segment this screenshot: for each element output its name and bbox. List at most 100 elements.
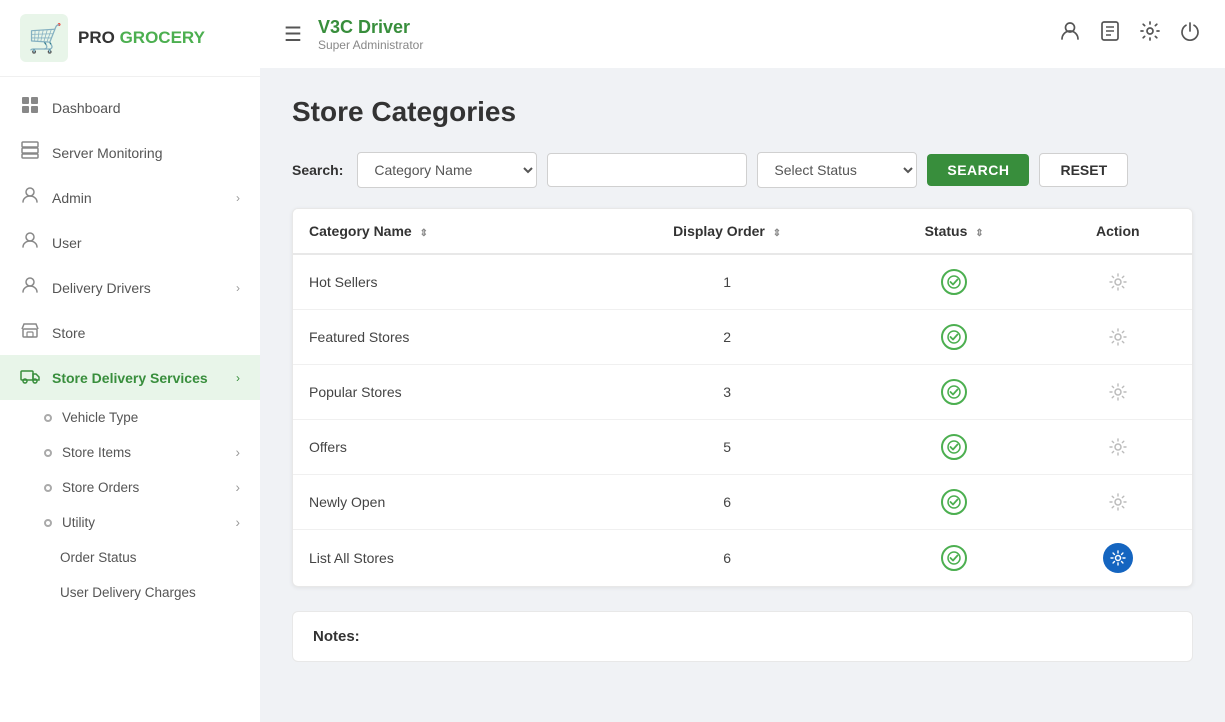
- sidebar-item-label: Server Monitoring: [52, 145, 163, 161]
- status-active-icon: [940, 323, 968, 351]
- topbar-app-name: V3C Driver: [318, 17, 1043, 38]
- cell-display-order: 6: [590, 475, 865, 530]
- arrow-icon: ›: [236, 371, 240, 385]
- cell-action: [1044, 475, 1192, 530]
- action-gear-icon[interactable]: [1104, 488, 1132, 516]
- cell-action: [1044, 420, 1192, 475]
- topbar-sub-title: Super Administrator: [318, 38, 1043, 52]
- col-category-name[interactable]: Category Name ⇕: [293, 209, 590, 254]
- table-row: Popular Stores3: [293, 365, 1192, 420]
- status-active-icon: [940, 268, 968, 296]
- topbar: ☰ V3C Driver Super Administrator: [260, 0, 1225, 68]
- table-row: Offers5: [293, 420, 1192, 475]
- notes-section: Notes:: [292, 611, 1193, 662]
- cell-action: [1044, 365, 1192, 420]
- check-circle-icon: [941, 489, 967, 515]
- category-name-select[interactable]: Category Name: [357, 152, 537, 188]
- status-active-icon: [940, 433, 968, 461]
- store-icon: [20, 321, 40, 344]
- search-button[interactable]: SEARCH: [927, 154, 1029, 186]
- cell-status: [865, 420, 1044, 475]
- sidebar-item-server-monitoring[interactable]: Server Monitoring: [0, 130, 260, 175]
- sidebar-item-label: Delivery Drivers: [52, 280, 151, 296]
- table-row: Hot Sellers1: [293, 254, 1192, 310]
- menu-icon[interactable]: ☰: [284, 22, 302, 47]
- delivery-drivers-icon: [20, 276, 40, 299]
- sidebar-item-dashboard[interactable]: Dashboard: [0, 85, 260, 130]
- search-text-input[interactable]: [547, 153, 747, 187]
- sidebar-item-store-items[interactable]: Store Items ›: [0, 435, 260, 470]
- cell-display-order: 2: [590, 310, 865, 365]
- check-circle-icon: [941, 269, 967, 295]
- sidebar-sub-label: Store Items: [62, 445, 131, 460]
- table-row: Featured Stores2: [293, 310, 1192, 365]
- arrow-icon: ›: [236, 515, 241, 530]
- sidebar-item-admin[interactable]: Admin ›: [0, 175, 260, 220]
- notes-title: Notes:: [313, 628, 360, 645]
- cell-status: [865, 310, 1044, 365]
- power-icon[interactable]: [1179, 20, 1201, 48]
- sidebar-item-store[interactable]: Store: [0, 310, 260, 355]
- status-active-icon: [940, 488, 968, 516]
- sidebar-logo: 🛒 PRO GROCERY: [0, 0, 260, 77]
- sidebar-item-store-delivery-services[interactable]: Store Delivery Services ›: [0, 355, 260, 400]
- sidebar-item-user[interactable]: User: [0, 220, 260, 265]
- cell-category-name: Offers: [293, 420, 590, 475]
- check-circle-icon: [941, 545, 967, 571]
- col-status[interactable]: Status ⇕: [865, 209, 1044, 254]
- dashboard-icon: [20, 96, 40, 119]
- dot-icon: [44, 484, 52, 492]
- cell-category-name: List All Stores: [293, 530, 590, 587]
- action-gear-icon[interactable]: [1104, 433, 1132, 461]
- server-monitoring-icon: [20, 141, 40, 164]
- reset-button[interactable]: RESET: [1039, 153, 1128, 187]
- cell-action: [1044, 310, 1192, 365]
- sidebar-item-delivery-drivers[interactable]: Delivery Drivers ›: [0, 265, 260, 310]
- sidebar-sub-label: Order Status: [60, 550, 137, 565]
- cell-status: [865, 365, 1044, 420]
- arrow-icon: ›: [236, 445, 241, 460]
- store-delivery-icon: [20, 366, 40, 389]
- status-select[interactable]: Select Status Active Inactive: [757, 152, 917, 188]
- sidebar-item-vehicle-type[interactable]: Vehicle Type: [0, 400, 260, 435]
- cell-action: [1044, 530, 1192, 587]
- arrow-icon: ›: [236, 480, 241, 495]
- sidebar-sub-label: Store Orders: [62, 480, 139, 495]
- search-label: Search:: [292, 162, 343, 178]
- notes-icon[interactable]: [1099, 20, 1121, 48]
- sidebar-sub-label: User Delivery Charges: [60, 585, 196, 600]
- col-display-order[interactable]: Display Order ⇕: [590, 209, 865, 254]
- cell-category-name: Hot Sellers: [293, 254, 590, 310]
- action-gear-icon[interactable]: [1104, 268, 1132, 296]
- cell-display-order: 3: [590, 365, 865, 420]
- sidebar-navigation: Dashboard Server Monitoring Admin › User: [0, 77, 260, 722]
- action-gear-icon[interactable]: [1104, 323, 1132, 351]
- user-icon: [20, 231, 40, 254]
- cell-status: [865, 254, 1044, 310]
- table-header: Category Name ⇕ Display Order ⇕ Status ⇕: [293, 209, 1192, 254]
- settings-icon[interactable]: [1139, 20, 1161, 48]
- sidebar-item-label: Store Delivery Services: [52, 370, 208, 386]
- cell-category-name: Popular Stores: [293, 365, 590, 420]
- col-action: Action: [1044, 209, 1192, 254]
- dot-icon: [44, 449, 52, 457]
- check-circle-icon: [941, 379, 967, 405]
- cell-action: [1044, 254, 1192, 310]
- topbar-title-section: V3C Driver Super Administrator: [318, 17, 1043, 52]
- sidebar-sub-label: Utility: [62, 515, 95, 530]
- cell-status: [865, 530, 1044, 587]
- user-profile-icon[interactable]: [1059, 20, 1081, 48]
- action-gear-icon[interactable]: [1104, 378, 1132, 406]
- action-gear-blue-icon[interactable]: [1103, 543, 1133, 573]
- dot-icon: [44, 414, 52, 422]
- sidebar-item-user-delivery-charges[interactable]: User Delivery Charges: [0, 575, 260, 610]
- sort-icon: ⇕: [975, 228, 983, 239]
- content-area: Store Categories Search: Category Name S…: [260, 68, 1225, 722]
- sidebar-item-utility[interactable]: Utility ›: [0, 505, 260, 540]
- table-row: Newly Open6: [293, 475, 1192, 530]
- arrow-icon: ›: [236, 191, 240, 205]
- sidebar-item-order-status[interactable]: Order Status: [0, 540, 260, 575]
- sidebar-item-store-orders[interactable]: Store Orders ›: [0, 470, 260, 505]
- topbar-icons: [1059, 20, 1201, 48]
- cell-category-name: Newly Open: [293, 475, 590, 530]
